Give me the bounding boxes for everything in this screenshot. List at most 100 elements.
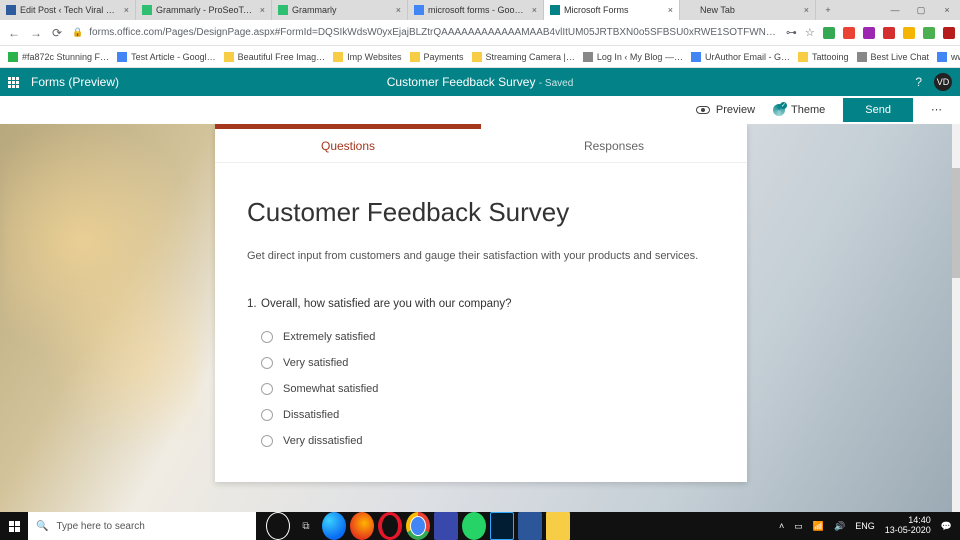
bookmark-item[interactable]: Beautiful Free Imag… — [224, 52, 326, 62]
option-item[interactable]: Somewhat satisfied — [261, 376, 715, 402]
browser-tab[interactable]: Edit Post ‹ Tech Viral — Wor× — [0, 0, 136, 20]
bookmark-item[interactable]: www.bootnet.in - G… — [937, 52, 960, 62]
tab-questions[interactable]: Questions — [215, 129, 481, 162]
volume-icon[interactable]: 🔊 — [834, 521, 845, 532]
word-icon[interactable] — [518, 512, 542, 540]
bookmark-item[interactable]: Best Live Chat — [857, 52, 930, 62]
window-minimize-icon[interactable]: — — [882, 0, 908, 20]
opera-icon[interactable] — [378, 512, 402, 540]
theme-icon: ✓ — [773, 104, 785, 116]
windows-taskbar: 🔍Type here to search ⧉ ˄ ▭ 📶 🔊 ENG 14:40… — [0, 512, 960, 540]
lock-icon: 🔒 — [72, 27, 83, 38]
reload-icon[interactable]: ⟳ — [52, 26, 62, 40]
options-list: Extremely satisfied Very satisfied Somew… — [247, 324, 715, 454]
browser-tab[interactable]: New Tab× — [680, 0, 816, 20]
browser-tab[interactable]: Grammarly× — [272, 0, 408, 20]
address-bar: ← → ⟳ 🔒 forms.office.com/Pages/DesignPag… — [0, 20, 960, 46]
ext-icon[interactable] — [903, 27, 915, 39]
taskbar-search[interactable]: 🔍Type here to search — [28, 512, 256, 540]
scrollbar[interactable] — [952, 124, 960, 512]
close-icon[interactable]: × — [668, 5, 673, 15]
bookmark-item[interactable]: Tattooing — [798, 52, 849, 62]
url-field[interactable]: 🔒 forms.office.com/Pages/DesignPage.aspx… — [72, 27, 776, 38]
send-button[interactable]: Send — [843, 98, 913, 122]
browser-tab[interactable]: Microsoft Forms× — [544, 0, 680, 20]
language-indicator[interactable]: ENG — [855, 521, 875, 531]
task-view-icon[interactable]: ⧉ — [294, 512, 318, 540]
forms-app-bar: Forms (Preview) Customer Feedback Survey… — [0, 68, 960, 96]
user-avatar[interactable]: VD — [934, 73, 952, 91]
notifications-icon[interactable]: 💬 — [941, 521, 952, 532]
battery-icon[interactable]: ▭ — [794, 521, 803, 532]
explorer-icon[interactable] — [546, 512, 570, 540]
radio-icon — [261, 409, 273, 421]
ext-icon[interactable] — [943, 27, 955, 39]
radio-icon — [261, 383, 273, 395]
radio-icon — [261, 357, 273, 369]
ext-icon[interactable] — [843, 27, 855, 39]
close-icon[interactable]: × — [804, 5, 809, 15]
bookmark-item[interactable]: Payments — [410, 52, 464, 62]
option-item[interactable]: Very dissatisfied — [261, 428, 715, 454]
wifi-icon[interactable]: 📶 — [813, 521, 824, 532]
app-icon[interactable] — [434, 512, 458, 540]
bookmarks-bar: #fa872c Stunning F… Test Article - Googl… — [0, 46, 960, 68]
back-icon[interactable]: ← — [8, 26, 20, 40]
bookmark-item[interactable]: Log In ‹ My Blog —… — [583, 52, 683, 62]
key-icon[interactable]: ⊶ — [786, 26, 797, 39]
eye-icon — [696, 106, 710, 114]
star-icon[interactable]: ☆ — [805, 26, 815, 39]
firefox-icon[interactable] — [350, 512, 374, 540]
tab-responses[interactable]: Responses — [481, 129, 747, 162]
form-canvas: Questions Responses Customer Feedback Su… — [0, 124, 960, 512]
radio-icon — [261, 331, 273, 343]
ext-icon[interactable] — [883, 27, 895, 39]
bookmark-item[interactable]: Test Article - Googl… — [117, 52, 216, 62]
window-maximize-icon[interactable]: ▢ — [908, 0, 934, 20]
form-description[interactable]: Get direct input from customers and gaug… — [247, 250, 715, 262]
browser-tab[interactable]: Grammarly - ProSeoTools_× — [136, 0, 272, 20]
app-launcher-icon[interactable] — [8, 77, 19, 88]
new-tab-button[interactable]: + — [816, 0, 840, 20]
close-icon[interactable]: × — [396, 5, 401, 15]
forward-icon[interactable]: → — [30, 26, 42, 40]
edge-icon[interactable] — [322, 512, 346, 540]
preview-button[interactable]: Preview — [696, 104, 755, 116]
search-icon: 🔍 — [36, 521, 48, 532]
bookmark-item[interactable]: UrAuthor Email - G… — [691, 52, 790, 62]
window-close-icon[interactable]: × — [934, 0, 960, 20]
chrome-icon[interactable] — [406, 512, 430, 540]
taskbar-clock[interactable]: 14:4013-05-2020 — [885, 516, 931, 536]
url-text: forms.office.com/Pages/DesignPage.aspx#F… — [89, 27, 776, 38]
close-icon[interactable]: × — [260, 5, 265, 15]
theme-button[interactable]: ✓Theme — [773, 104, 825, 116]
bookmark-item[interactable]: Imp Websites — [333, 52, 401, 62]
browser-tab-strip: Edit Post ‹ Tech Viral — Wor× Grammarly … — [0, 0, 960, 20]
radio-icon — [261, 435, 273, 447]
start-button[interactable] — [0, 512, 28, 540]
ext-icon[interactable] — [863, 27, 875, 39]
help-icon[interactable]: ? — [915, 75, 922, 89]
bookmark-item[interactable]: #fa872c Stunning F… — [8, 52, 109, 62]
ext-icon[interactable] — [923, 27, 935, 39]
whatsapp-icon[interactable] — [462, 512, 486, 540]
more-icon[interactable]: ⋯ — [931, 103, 944, 116]
forms-action-bar: Preview ✓Theme Send ⋯ — [0, 96, 960, 124]
option-item[interactable]: Very satisfied — [261, 350, 715, 376]
scrollbar-thumb[interactable] — [952, 168, 960, 278]
option-item[interactable]: Dissatisfied — [261, 402, 715, 428]
product-name[interactable]: Forms (Preview) — [31, 75, 119, 89]
form-title[interactable]: Customer Feedback Survey — [247, 197, 715, 228]
form-card: Questions Responses Customer Feedback Su… — [215, 124, 747, 482]
option-item[interactable]: Extremely satisfied — [261, 324, 715, 350]
bookmark-item[interactable]: Streaming Camera |… — [472, 52, 575, 62]
photoshop-icon[interactable] — [490, 512, 514, 540]
close-icon[interactable]: × — [124, 5, 129, 15]
question-text: 1.Overall, how satisfied are you with ou… — [247, 298, 715, 310]
browser-tab[interactable]: microsoft forms - Google Se× — [408, 0, 544, 20]
tray-chevron-icon[interactable]: ˄ — [779, 521, 784, 531]
cortana-icon[interactable] — [266, 512, 290, 540]
close-icon[interactable]: × — [532, 5, 537, 15]
ext-icon[interactable] — [823, 27, 835, 39]
document-title: Customer Feedback Survey - Saved — [387, 75, 574, 89]
